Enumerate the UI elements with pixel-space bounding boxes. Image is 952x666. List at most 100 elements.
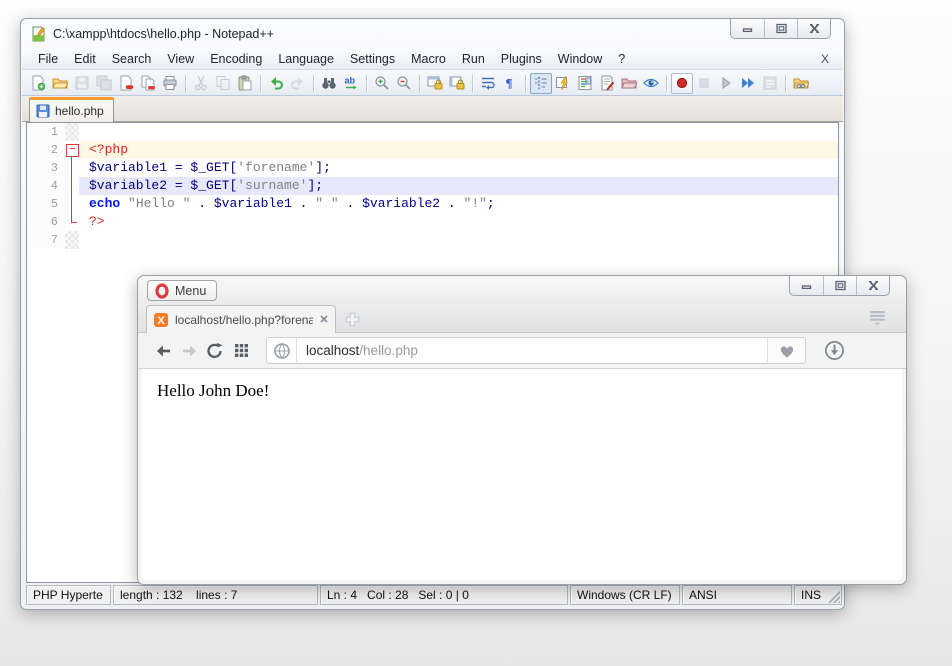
menu-search[interactable]: Search xyxy=(104,50,160,68)
code-text: $variable1 = $_GET['forename']; xyxy=(79,159,838,177)
notepadpp-minimize-button[interactable] xyxy=(731,19,764,38)
code-line-1[interactable]: 1 xyxy=(27,123,838,141)
notepadpp-titlebar[interactable]: C:\xampp\htdocs\hello.php - Notepad++ xyxy=(21,19,844,49)
code-line-5[interactable]: 5echo "Hello " . $variable1 . " " . $var… xyxy=(27,195,838,213)
speed-dial-button[interactable] xyxy=(228,338,254,364)
forward-button[interactable] xyxy=(176,338,202,364)
print-button[interactable] xyxy=(159,73,181,94)
fold-marker-line xyxy=(65,159,79,177)
back-button[interactable] xyxy=(150,338,176,364)
redo-button[interactable] xyxy=(287,73,309,94)
save-button[interactable] xyxy=(71,73,93,94)
code-line-4[interactable]: 4$variable2 = $_GET['surname']; xyxy=(27,177,838,195)
menu-file[interactable]: File xyxy=(30,50,66,68)
code-text xyxy=(79,123,838,141)
close-file-button[interactable] xyxy=(115,73,137,94)
menu-encoding[interactable]: Encoding xyxy=(202,50,270,68)
url-field[interactable]: localhost/hello.php xyxy=(266,337,806,364)
browser-tab-localhost[interactable]: X localhost/hello.php?forena xyxy=(146,305,336,333)
page-output-text: Hello John Doe! xyxy=(142,369,902,401)
replace-button[interactable]: ab xyxy=(340,73,362,94)
monitor-icon xyxy=(643,75,659,91)
macro-save-button[interactable] xyxy=(759,73,781,94)
opera-address-bar: localhost/hello.php xyxy=(138,333,906,369)
find-button[interactable] xyxy=(318,73,340,94)
fold-marker-open[interactable] xyxy=(65,141,79,159)
code-line-2[interactable]: 2<?php xyxy=(27,141,838,159)
show-all-characters-button[interactable]: ¶ xyxy=(499,73,521,94)
notepadpp-close-button[interactable] xyxy=(797,19,830,38)
macro-record-button[interactable] xyxy=(671,73,693,94)
status-cell-0: PHP Hyperte xyxy=(26,585,111,605)
paste-button[interactable] xyxy=(234,73,256,94)
line-number: 5 xyxy=(27,195,65,213)
macro-stop-icon xyxy=(696,75,712,91)
status-cell-4: ANSI xyxy=(682,585,792,605)
code-line-3[interactable]: 3$variable1 = $_GET['forename']; xyxy=(27,159,838,177)
url-text[interactable]: localhost/hello.php xyxy=(297,343,767,358)
menu-language[interactable]: Language xyxy=(270,50,342,68)
indent-guide-button[interactable] xyxy=(530,73,552,94)
undo-button[interactable] xyxy=(265,73,287,94)
sync-vertical-scroll-icon xyxy=(427,75,443,91)
menu-settings[interactable]: Settings xyxy=(342,50,403,68)
line-number: 1 xyxy=(27,123,65,141)
monitor-button[interactable] xyxy=(640,73,662,94)
menu-edit[interactable]: Edit xyxy=(66,50,104,68)
notepadpp-tabbar: hello.php xyxy=(22,96,843,122)
zoom-in-button[interactable] xyxy=(371,73,393,94)
opera-minimize-button[interactable] xyxy=(790,276,823,295)
macro-play-button[interactable] xyxy=(715,73,737,94)
folder-as-workspace-button[interactable] xyxy=(618,73,640,94)
save-all-button[interactable] xyxy=(93,73,115,94)
notepadpp-maximize-button[interactable] xyxy=(764,19,797,38)
opera-maximize-button[interactable] xyxy=(823,276,856,295)
saved-file-icon xyxy=(35,103,51,119)
reload-button[interactable] xyxy=(202,338,228,364)
code-line-6[interactable]: 6?> xyxy=(27,213,838,231)
toolbar-separator xyxy=(260,75,261,92)
function-completion-button[interactable] xyxy=(552,73,574,94)
new-file-button[interactable] xyxy=(27,73,49,94)
macro-run-multiple-button[interactable] xyxy=(737,73,759,94)
sync-vertical-scroll-button[interactable] xyxy=(424,73,446,94)
line-number: 6 xyxy=(27,213,65,231)
function-list-button[interactable] xyxy=(596,73,618,94)
download-button[interactable] xyxy=(820,337,848,365)
menu-help[interactable]: ? xyxy=(610,50,633,68)
menu-macro[interactable]: Macro xyxy=(403,50,454,68)
copy-icon xyxy=(215,75,231,91)
cut-button[interactable] xyxy=(190,73,212,94)
menu-run[interactable]: Run xyxy=(454,50,493,68)
opera-logo-icon xyxy=(154,283,170,299)
document-tab-hello-php[interactable]: hello.php xyxy=(29,97,114,122)
new-tab-button[interactable] xyxy=(344,311,361,328)
open-containing-folder-button[interactable] xyxy=(790,73,812,94)
toolbar-separator xyxy=(666,75,667,92)
zoom-out-button[interactable] xyxy=(393,73,415,94)
document-map-button[interactable] xyxy=(574,73,596,94)
opera-close-button[interactable] xyxy=(856,276,889,295)
toolbar-separator xyxy=(785,75,786,92)
notepadpp-menubar: FileEditSearchViewEncodingLanguageSettin… xyxy=(22,49,843,70)
url-host: localhost xyxy=(306,343,359,358)
copy-button[interactable] xyxy=(212,73,234,94)
word-wrap-icon xyxy=(480,75,496,91)
code-line-7[interactable]: 7 xyxy=(27,231,838,249)
toolbar-separator xyxy=(419,75,420,92)
word-wrap-button[interactable] xyxy=(477,73,499,94)
close-all-files-button[interactable] xyxy=(137,73,159,94)
menu-plugins[interactable]: Plugins xyxy=(493,50,550,68)
menu-view[interactable]: View xyxy=(159,50,202,68)
tab-close-icon[interactable] xyxy=(319,313,329,327)
tab-menu-icon[interactable] xyxy=(868,309,888,327)
macro-record-icon xyxy=(674,75,690,91)
document-close-x-button[interactable]: X xyxy=(815,51,835,67)
macro-stop-button[interactable] xyxy=(693,73,715,94)
open-file-button[interactable] xyxy=(49,73,71,94)
opera-menu-button[interactable]: Menu xyxy=(147,280,217,301)
bookmark-heart-button[interactable] xyxy=(767,338,805,363)
menu-window[interactable]: Window xyxy=(550,50,610,68)
site-badge-icon[interactable] xyxy=(267,338,297,363)
sync-horizontal-scroll-button[interactable] xyxy=(446,73,468,94)
